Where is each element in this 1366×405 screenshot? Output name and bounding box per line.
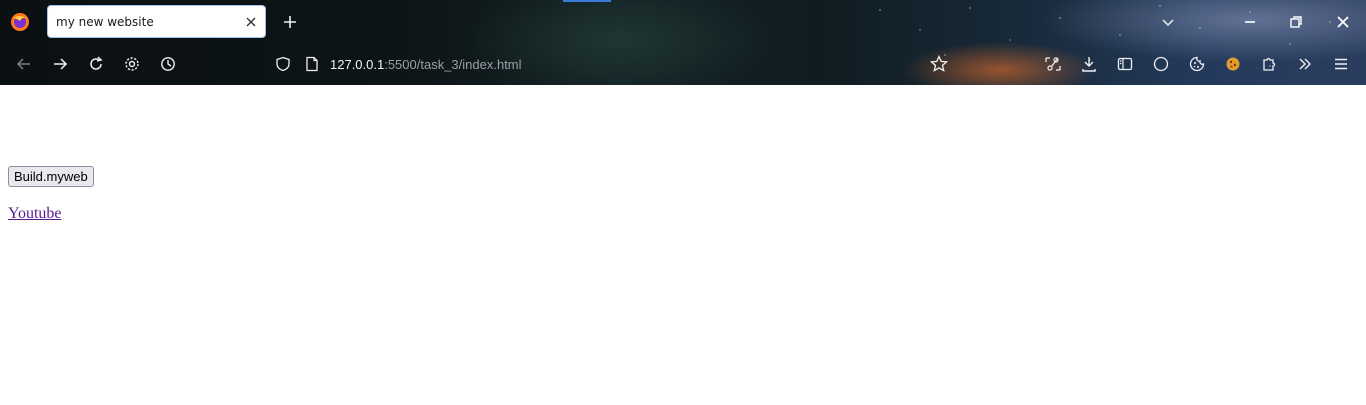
reload-icon[interactable] — [86, 54, 106, 74]
hamburger-menu-icon[interactable] — [1331, 54, 1351, 74]
double-chevron-right-icon[interactable] — [1295, 54, 1315, 74]
tab-title: my new website — [56, 15, 154, 29]
youtube-link[interactable]: Youtube — [8, 205, 62, 223]
firefox-logo-icon[interactable] — [9, 11, 31, 33]
circle-icon[interactable] — [1151, 54, 1171, 74]
build-myweb-button[interactable]: Build.myweb — [8, 166, 94, 187]
shield-icon[interactable] — [273, 54, 293, 74]
theme-accent-strip — [563, 0, 611, 2]
url-path: :5500/task_3/index.html — [384, 57, 522, 72]
page-content: Build.myweb Youtube — [0, 85, 1366, 405]
url-host: 127.0.0.1 — [330, 57, 385, 72]
puzzle-icon[interactable] — [1259, 54, 1279, 74]
arrow-left-icon[interactable] — [14, 54, 34, 74]
clock-icon[interactable] — [158, 54, 178, 74]
cookie-icon[interactable] — [1187, 54, 1207, 74]
gear-icon[interactable] — [122, 54, 142, 74]
chevron-down-icon[interactable] — [1158, 12, 1178, 32]
browser-toolbar: my new website 127.0.0.1:5500/task_3/ind… — [0, 0, 1366, 85]
minimize-icon[interactable] — [1240, 12, 1260, 32]
plus-icon[interactable] — [280, 12, 300, 32]
close-icon[interactable] — [1333, 12, 1353, 32]
cookie-extension-icon[interactable] — [1223, 54, 1243, 74]
star-icon[interactable] — [929, 54, 949, 74]
close-icon[interactable] — [243, 14, 259, 30]
page-icon[interactable] — [302, 54, 322, 74]
arrow-right-icon[interactable] — [50, 54, 70, 74]
reader-view-icon[interactable] — [1115, 54, 1135, 74]
restore-icon[interactable] — [1286, 12, 1306, 32]
tab-active[interactable]: my new website — [47, 5, 266, 38]
address-bar-url[interactable]: 127.0.0.1:5500/task_3/index.html — [330, 57, 522, 72]
scissors-icon[interactable] — [1043, 54, 1063, 74]
download-icon[interactable] — [1079, 54, 1099, 74]
